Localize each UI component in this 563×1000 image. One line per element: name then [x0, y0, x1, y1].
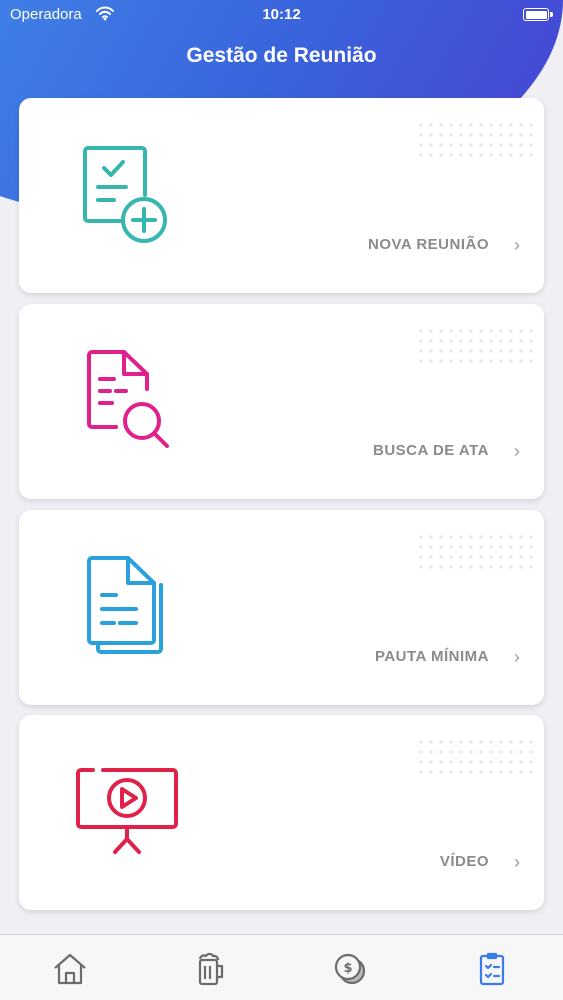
card-label: VÍDEO [439, 853, 489, 870]
chevron-right-icon: › [514, 441, 520, 461]
chevron-right-icon: › [514, 852, 520, 872]
decorative-dots [416, 326, 536, 364]
document-search-icon [87, 350, 169, 448]
svg-text:$: $ [343, 961, 352, 976]
coin-icon[interactable]: $ [330, 949, 370, 989]
home-icon[interactable] [50, 949, 90, 989]
decorative-dots [416, 120, 536, 158]
video-presentation-icon [76, 768, 178, 854]
card-label: BUSCA DE ATA [373, 442, 489, 459]
card-label: NOVA REUNIÃO [367, 236, 489, 253]
clock: 10:12 [262, 6, 301, 23]
card-nova-reuniao[interactable]: NOVA REUNIÃO › [19, 98, 544, 293]
card-video[interactable]: VÍDEO › [19, 715, 544, 910]
beer-mug-icon[interactable] [190, 949, 230, 989]
card-pauta-minima[interactable]: PAUTA MÍNIMA › [19, 510, 544, 705]
checklist-icon[interactable] [472, 949, 512, 989]
decorative-dots [416, 532, 536, 570]
status-bar: Operadora 10:12 [0, 0, 563, 30]
document-check-add-icon [83, 146, 167, 243]
documents-icon [87, 556, 163, 654]
battery-icon [523, 8, 553, 21]
chevron-right-icon: › [514, 235, 520, 255]
card-busca-de-ata[interactable]: BUSCA DE ATA › [19, 304, 544, 499]
page-title: Gestão de Reunião [186, 44, 377, 67]
decorative-dots [416, 737, 536, 775]
tab-bar: $ [0, 934, 563, 1000]
chevron-right-icon: › [514, 647, 520, 667]
card-label: PAUTA MÍNIMA [374, 648, 489, 665]
